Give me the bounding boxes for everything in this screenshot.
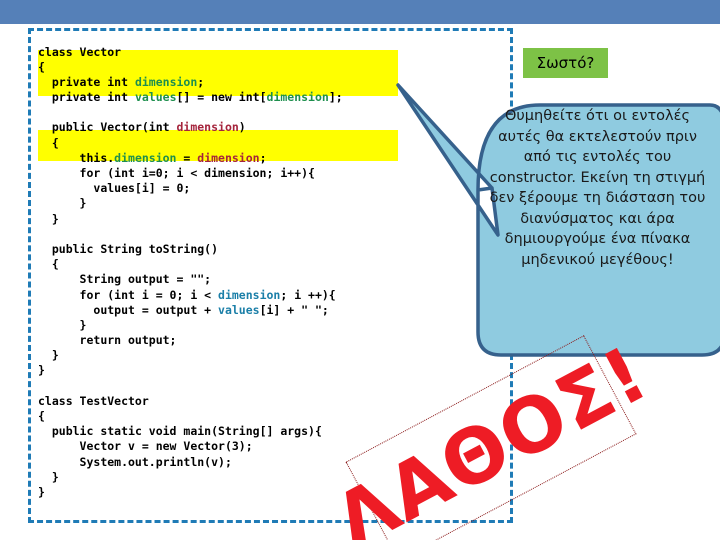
code-line: } (38, 363, 508, 378)
code-token: ; (259, 150, 267, 165)
code-token: { (51, 135, 59, 150)
code-token: ; i ++){ (280, 287, 336, 302)
code-token: ; (197, 74, 205, 89)
code-token: public static void main(String[] args){ (51, 424, 322, 439)
code-token: } (51, 469, 59, 484)
code-token: Vector v = new Vector(3); (79, 439, 253, 454)
code-token: { (38, 59, 45, 74)
code-token: class TestVector (38, 393, 149, 408)
code-token: } (51, 211, 59, 226)
code-token: String() (162, 241, 219, 256)
code-token: public Vector(int (51, 120, 177, 135)
code-token: [i] + " "; (259, 302, 329, 317)
code-token: ) (238, 120, 246, 135)
code-token: return output; (79, 333, 177, 348)
code-token: for (int i=0; i < dimension; i++){ (79, 166, 315, 180)
code-token: private int (51, 90, 135, 105)
code-token: values (134, 90, 177, 105)
code-line: class Vector (38, 45, 508, 60)
speech-bubble-text: Θυμηθείτε ότι οι εντολές αυτές θα εκτελε… (489, 108, 706, 268)
code-line: class TestVector (38, 394, 508, 409)
sosto-callout-label: Σωστό? (536, 54, 595, 72)
code-token: public String to (51, 241, 163, 256)
code-token: { (51, 257, 59, 272)
code-token: { (38, 409, 45, 423)
code-token: dimension (266, 90, 329, 105)
code-token: } (38, 484, 45, 499)
code-token: dimension (114, 150, 177, 165)
top-decorative-band (0, 0, 720, 24)
code-token: values (218, 302, 260, 317)
code-token: } (51, 348, 59, 363)
code-token: } (79, 196, 87, 211)
code-token: String output = ""; (79, 272, 212, 287)
code-token: dimension (218, 287, 281, 302)
sosto-callout-box: Σωστό? (523, 48, 608, 78)
code-token: } (38, 363, 45, 378)
code-token: output = output + (93, 302, 219, 317)
code-token: this. (79, 150, 115, 165)
code-token: values[i] = 0; (93, 181, 191, 196)
code-token: = (176, 150, 198, 165)
explanation-speech-bubble: Θυμηθείτε ότι οι εντολές αυτές θα εκτελε… (380, 60, 720, 365)
code-token: } (79, 317, 87, 332)
code-token: dimension (176, 120, 239, 135)
slide-canvas: class Vector{ private int dimension; pri… (0, 0, 720, 540)
code-token: dimension (134, 74, 198, 89)
code-token: private int (51, 74, 135, 89)
code-token: System.out.println(v); (79, 454, 232, 469)
code-token: for (int i = 0; i < (79, 287, 219, 302)
code-token: class Vector (38, 44, 122, 59)
code-token: ]; (328, 90, 343, 105)
code-token: dimension (197, 150, 260, 165)
code-token: [] = new int[ (176, 90, 267, 105)
